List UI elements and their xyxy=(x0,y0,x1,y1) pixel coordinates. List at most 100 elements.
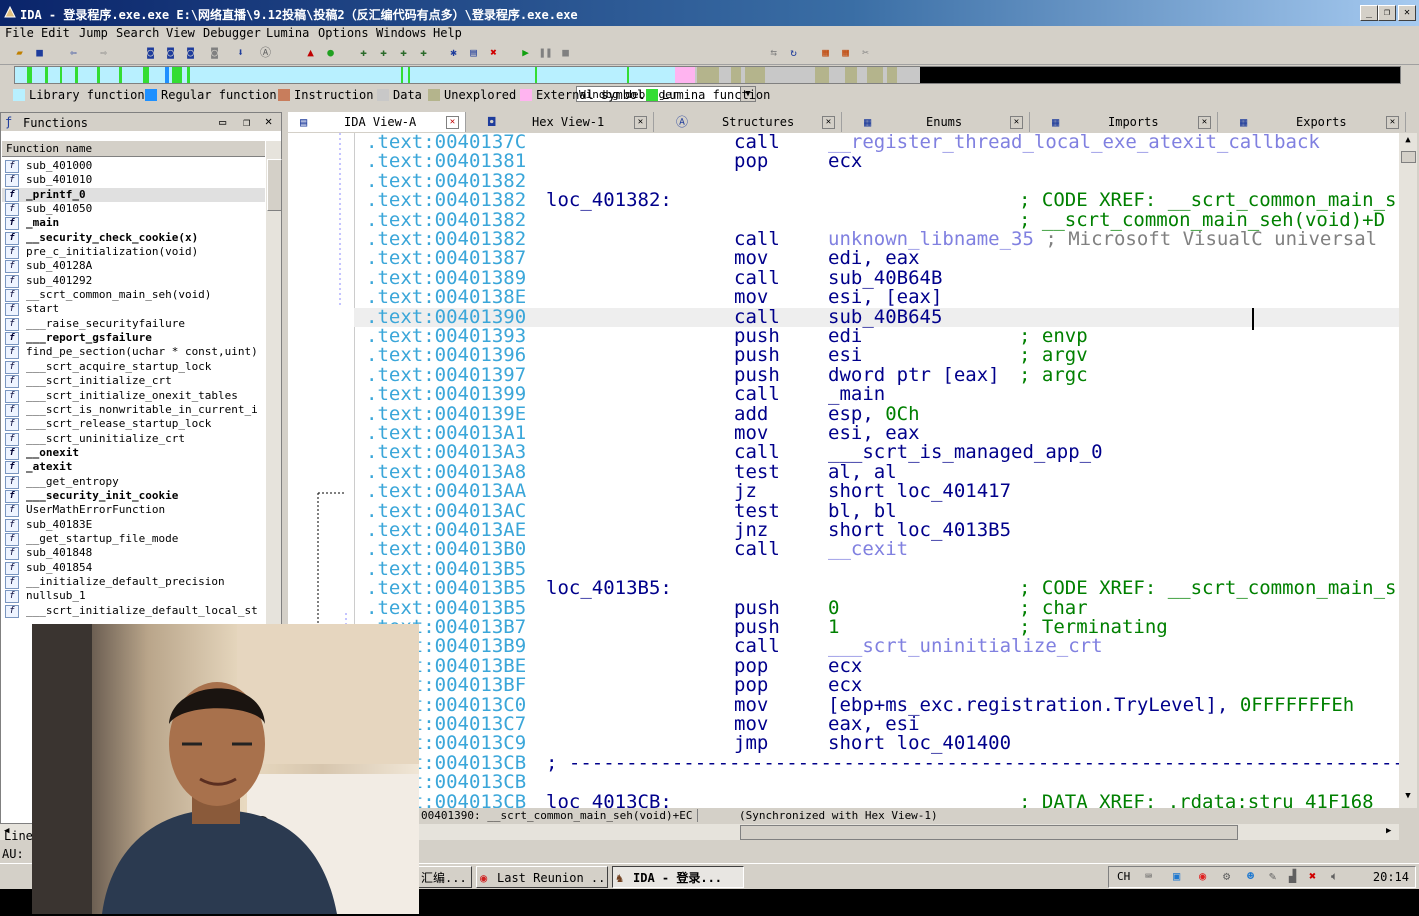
forward-arrow-icon[interactable]: ⇨ xyxy=(96,45,111,60)
function-list-item[interactable]: f _printf_0 xyxy=(2,187,265,203)
back-arrow-icon[interactable]: ⇦ xyxy=(66,45,81,60)
volume-icon[interactable]: 🔈︎ xyxy=(1331,869,1338,884)
function-list-item[interactable]: f ___scrt_uninitialize_crt xyxy=(2,432,265,446)
menu-debugger[interactable]: Debugger xyxy=(203,26,261,40)
function-list-item[interactable]: f sub_401050 xyxy=(2,202,265,217)
function-list-item[interactable]: f _atexit xyxy=(2,460,265,475)
menu-options[interactable]: Options xyxy=(318,26,369,40)
tab-enums[interactable]: ▦ Enums ✕ xyxy=(852,112,1030,132)
stop-icon[interactable]: ■ xyxy=(558,45,573,60)
taskbar-item-assembly[interactable]: 汇编... xyxy=(416,866,472,888)
function-list-item[interactable]: f ___scrt_is_nonwritable_in_current_i xyxy=(2,403,265,417)
horizontal-scroll-thumb[interactable] xyxy=(740,825,1238,840)
function-list-item[interactable]: f start xyxy=(2,302,265,317)
close-button[interactable]: ✕ xyxy=(1398,5,1416,21)
function-list-item[interactable]: f ___scrt_initialize_default_local_st xyxy=(2,604,265,618)
function-list-item[interactable]: f find_pe_section(uchar * const,uint) xyxy=(2,345,265,360)
weibo-icon[interactable]: ◉ xyxy=(1199,869,1206,883)
disassembly-line[interactable]: .text:00401382 loc_401382: ; CODE XREF: __… xyxy=(354,191,1399,210)
function-list-item[interactable]: f _main xyxy=(2,216,265,231)
search-next-icon[interactable]: ◙ xyxy=(207,45,222,60)
refresh-icon[interactable]: ↻ xyxy=(786,45,801,60)
function-list-item[interactable]: f ___get_entropy xyxy=(2,475,265,489)
navigation-band[interactable] xyxy=(14,66,1401,84)
tab-close-icon[interactable]: ✕ xyxy=(1386,116,1399,129)
tab-close-icon[interactable]: ✕ xyxy=(1198,116,1211,129)
search-binary-icon[interactable]: ◙ xyxy=(183,45,198,60)
function-name-column-header[interactable]: Function name xyxy=(2,141,265,157)
tab-close-icon[interactable]: ✕ xyxy=(822,116,835,129)
disassembly-line[interactable]: .text:00401381 pop ecx xyxy=(354,152,1399,171)
taskbar-item-ida[interactable]: ♞ IDA - 登录... xyxy=(612,866,744,888)
menu-edit[interactable]: Edit xyxy=(41,26,70,40)
scroll-thumb[interactable] xyxy=(1401,151,1416,163)
function-list-item[interactable]: f __get_startup_file_mode xyxy=(2,532,265,546)
attach-icon[interactable]: ⇆ xyxy=(766,45,781,60)
binoculars-icon[interactable]: ◙ xyxy=(143,45,158,60)
tab-imports[interactable]: ▦ Imports ✕ xyxy=(1040,112,1218,132)
graph-icon[interactable]: ▲ xyxy=(303,45,318,60)
function-list-item[interactable]: f ___scrt_initialize_crt xyxy=(2,374,265,389)
scroll-down-icon[interactable]: ▼ xyxy=(1400,791,1416,805)
function-list-item[interactable]: f __initialize_default_precision xyxy=(2,575,265,589)
keyboard-icon[interactable]: ⌨ xyxy=(1145,869,1152,883)
menu-view[interactable]: View xyxy=(166,26,195,40)
xref-icon[interactable]: ✚ xyxy=(416,45,431,60)
taskbar-item-last-reunion[interactable]: ◉ Last Reunion ... xyxy=(476,866,608,888)
function-list-item[interactable]: f ___raise_securityfailure xyxy=(2,317,265,331)
scroll-right-icon[interactable]: ▶ xyxy=(1386,826,1391,836)
function-list-item[interactable]: f ___security_init_cookie xyxy=(2,489,265,503)
breakpoint-add-icon[interactable]: ▦ xyxy=(838,45,853,60)
search-text-icon[interactable]: ◙ xyxy=(163,45,178,60)
pen-icon[interactable]: ✎ xyxy=(1269,869,1276,883)
delete-x-icon[interactable]: ✖ xyxy=(486,45,501,60)
menu-windows[interactable]: Windows xyxy=(376,26,427,40)
disassembly-line[interactable]: .text:004013C9 jmp short loc_401400 xyxy=(354,734,1399,753)
menu-jump[interactable]: Jump xyxy=(79,26,108,40)
breakpoint-list-icon[interactable]: ▦ xyxy=(818,45,833,60)
function-list-item[interactable]: f __onexit xyxy=(2,446,265,460)
error-icon[interactable]: ✖ xyxy=(1309,869,1316,883)
menu-file[interactable]: File xyxy=(5,26,34,40)
function-list-item[interactable]: f sub_401000 xyxy=(2,159,265,173)
plugin-icon[interactable]: ✚ xyxy=(356,45,371,60)
tools-icon[interactable]: ✂ xyxy=(858,45,873,60)
function-list-item[interactable]: f nullsub_1 xyxy=(2,589,265,604)
open-folder-icon[interactable]: ▰ xyxy=(12,45,27,60)
disassembly-listing[interactable]: .text:0040137C call __register_thread_loca… xyxy=(354,133,1399,808)
function-list-item[interactable]: f sub_401010 xyxy=(2,173,265,188)
minimize-button[interactable]: _ xyxy=(1360,5,1378,21)
function-list-item[interactable]: f ___report_gsfailure xyxy=(2,331,265,346)
menu-lumina[interactable]: Lumina xyxy=(266,26,309,40)
function-list-item[interactable]: f __scrt_common_main_seh(void) xyxy=(2,288,265,303)
input-language[interactable]: CH xyxy=(1117,870,1130,883)
run-play-icon[interactable]: ▶ xyxy=(518,45,533,60)
disassembly-line[interactable]: .text:004013CB xyxy=(354,773,1399,792)
disassembly-line[interactable]: .text:004013B9 call ___scrt_uninitialize_c… xyxy=(354,637,1399,656)
function-list-item[interactable]: f sub_401854 xyxy=(2,561,265,575)
tab-structures[interactable]: Ⓐ Structures ✕ xyxy=(664,112,842,132)
restore-button[interactable]: ❐ xyxy=(1378,5,1396,21)
function-list-item[interactable]: f UserMathErrorFunction xyxy=(2,503,265,518)
enum-icon[interactable]: ✚ xyxy=(396,45,411,60)
function-list-item[interactable]: f __security_check_cookie(x) xyxy=(2,231,265,245)
network-icon[interactable]: ▣ xyxy=(1173,869,1180,883)
tab-close-icon[interactable]: ✕ xyxy=(634,116,647,129)
disassembly-line[interactable]: .text:004013CB loc_4013CB:; DATA XREF: .r… xyxy=(354,792,1399,808)
user-icon[interactable]: ☻ xyxy=(1247,869,1254,883)
struct-icon[interactable]: ✚ xyxy=(376,45,391,60)
menu-help[interactable]: Help xyxy=(433,26,462,40)
circle-icon[interactable]: ● xyxy=(323,45,338,60)
function-list-item[interactable]: f sub_40128A xyxy=(2,259,265,274)
function-list-item[interactable]: f ___scrt_acquire_startup_lock xyxy=(2,360,265,374)
panel-float-icon[interactable]: ❐ xyxy=(243,115,250,129)
tab-close-icon[interactable]: ✕ xyxy=(446,116,459,129)
function-list-scroll-thumb[interactable] xyxy=(267,159,282,211)
tab-close-icon[interactable]: ✕ xyxy=(1010,116,1023,129)
segment-icon[interactable]: ▤ xyxy=(466,45,481,60)
signal-icon[interactable]: ▟ xyxy=(1289,869,1296,883)
scroll-up-icon[interactable]: ▲ xyxy=(1400,135,1416,149)
panel-minimize-icon[interactable]: ▭ xyxy=(219,115,226,129)
patch-icon[interactable]: ✱ xyxy=(446,45,461,60)
tool-icon[interactable]: ⚙ xyxy=(1223,869,1230,883)
